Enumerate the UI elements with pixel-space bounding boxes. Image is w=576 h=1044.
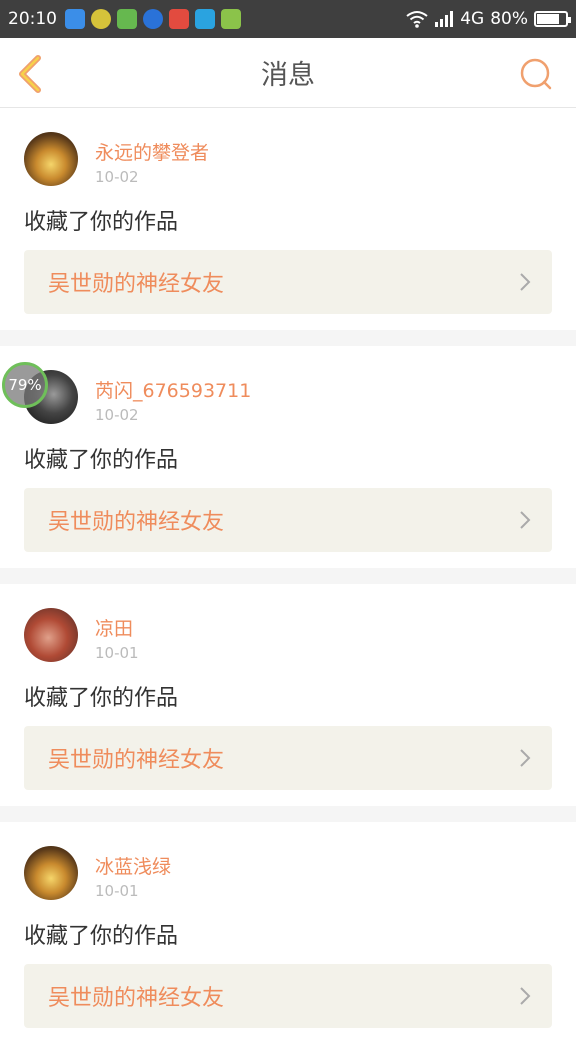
network-type: 4G — [460, 9, 485, 29]
username[interactable]: 永远的攀登者 — [95, 138, 209, 165]
chevron-right-icon — [520, 749, 531, 767]
avatar[interactable] — [24, 132, 78, 186]
divider — [0, 330, 576, 346]
notification-icons — [65, 9, 241, 29]
app-notification-icon — [169, 9, 189, 29]
page-title: 消息 — [261, 60, 315, 91]
message-item: 凉田 10-01 收藏了你的作品 吴世勋的神经女友 — [0, 584, 576, 806]
chevron-right-icon — [520, 987, 531, 1005]
android-icon — [221, 9, 241, 29]
chevron-right-icon — [520, 511, 531, 529]
chevron-right-icon — [520, 273, 531, 291]
battery-fill — [537, 14, 560, 24]
battery-percent: 80% — [490, 9, 528, 29]
message-date: 10-02 — [95, 168, 139, 186]
action-text: 收藏了你的作品 — [24, 210, 179, 235]
avatar[interactable] — [24, 846, 78, 900]
message-list: 永远的攀登者 10-02 收藏了你的作品 吴世勋的神经女友 芮闪_6765937… — [0, 108, 576, 1044]
battery-icon — [534, 11, 571, 27]
message-date: 10-01 — [95, 882, 139, 900]
action-text: 收藏了你的作品 — [24, 448, 179, 473]
message-item: 芮闪_676593711 10-02 收藏了你的作品 吴世勋的神经女友 — [0, 346, 576, 568]
app-notification-icon — [143, 9, 163, 29]
username[interactable]: 冰蓝浅绿 — [95, 852, 171, 879]
app-notification-icon — [65, 9, 85, 29]
work-link[interactable]: 吴世勋的神经女友 — [24, 726, 552, 790]
divider — [0, 568, 576, 584]
app-notification-icon — [91, 9, 111, 29]
message-date: 10-01 — [95, 644, 139, 662]
work-link[interactable]: 吴世勋的神经女友 — [24, 250, 552, 314]
chevron-left-icon[interactable] — [14, 54, 50, 94]
message-item: 永远的攀登者 10-02 收藏了你的作品 吴世勋的神经女友 — [0, 108, 576, 330]
progress-text: 79% — [8, 376, 42, 394]
signal-icon — [435, 11, 454, 27]
action-text: 收藏了你的作品 — [24, 924, 179, 949]
status-right: 4G 80% — [406, 9, 571, 29]
work-link[interactable]: 吴世勋的神经女友 — [24, 964, 552, 1028]
action-text: 收藏了你的作品 — [24, 686, 179, 711]
work-link[interactable]: 吴世勋的神经女友 — [24, 488, 552, 552]
wifi-icon — [406, 11, 428, 28]
work-title: 吴世勋的神经女友 — [48, 748, 225, 773]
message-date: 10-02 — [95, 406, 139, 424]
message-item: 冰蓝浅绿 10-01 收藏了你的作品 吴世勋的神经女友 — [0, 822, 576, 1044]
work-title: 吴世勋的神经女友 — [48, 986, 225, 1011]
work-title: 吴世勋的神经女友 — [48, 510, 225, 535]
app-header: 消息 — [0, 38, 576, 108]
app-notification-icon — [195, 9, 215, 29]
status-bar: 20:10 4G 80% — [0, 0, 576, 38]
floating-progress-badge[interactable]: 79% — [2, 362, 48, 408]
work-title: 吴世勋的神经女友 — [48, 272, 225, 297]
status-time: 20:10 — [8, 9, 57, 29]
avatar[interactable] — [24, 608, 78, 662]
username[interactable]: 芮闪_676593711 — [95, 376, 251, 403]
app-notification-icon — [117, 9, 137, 29]
search-icon[interactable] — [518, 56, 554, 92]
divider — [0, 806, 576, 822]
username[interactable]: 凉田 — [95, 614, 133, 641]
